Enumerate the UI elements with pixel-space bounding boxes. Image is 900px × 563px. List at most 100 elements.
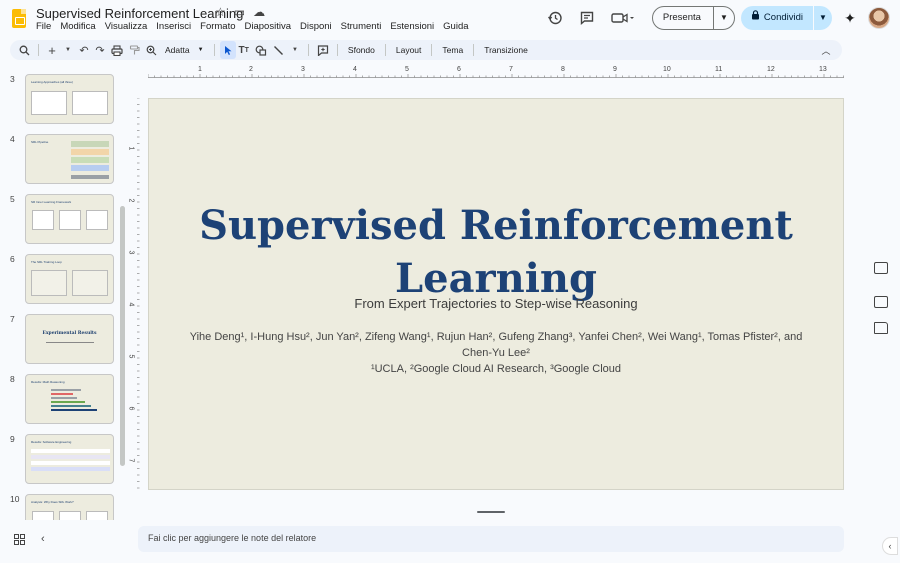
- ruler-number: 4: [353, 66, 357, 73]
- menu-format[interactable]: Formato: [200, 21, 244, 32]
- collapse-filmstrip-chevron-left-icon[interactable]: ‹: [41, 534, 45, 548]
- slide-thumbnail[interactable]: Analysis: Why Does SRL Work?: [25, 494, 114, 520]
- line-chevron-down-icon[interactable]: ▼: [287, 41, 303, 59]
- background-button[interactable]: Sfondo: [343, 41, 380, 59]
- zoom-select[interactable]: Adatta ▼: [160, 41, 209, 59]
- thumbnail-block: [31, 467, 110, 471]
- slide-thumbnail-title: Analysis: Why Does SRL Work?: [31, 500, 74, 504]
- zoom-icon[interactable]: [143, 41, 160, 59]
- slide-thumbnail[interactable]: Results: Software Engineering: [25, 434, 114, 484]
- speaker-notes-field[interactable]: Fai clic per aggiungere le note del rela…: [138, 526, 844, 552]
- menu-view[interactable]: Visualizza: [105, 21, 157, 32]
- menu-bar: File Modifica Visualizza Inserisci Forma…: [36, 21, 478, 32]
- thumbnail-block: [51, 401, 85, 403]
- slides-logo-icon[interactable]: [12, 9, 26, 28]
- thumbnail-block: [59, 511, 81, 520]
- theme-button[interactable]: Tema: [437, 41, 468, 59]
- slide-thumbnail[interactable]: SRL Pipeline: [25, 134, 114, 184]
- filmstrip-slide[interactable]: 7 Experimental Results: [0, 314, 128, 370]
- menu-insert[interactable]: Inserisci: [156, 21, 200, 32]
- add-comment-icon[interactable]: [314, 41, 332, 59]
- expand-side-panel-chevron-left-icon[interactable]: ‹: [882, 537, 898, 555]
- menu-help[interactable]: Guida: [443, 21, 477, 32]
- paint-format-icon[interactable]: [126, 41, 143, 59]
- version-history-icon[interactable]: [542, 6, 568, 30]
- slide-number: 3: [10, 74, 15, 84]
- slide-thumbnail[interactable]: SR Inner Learning Framework: [25, 194, 114, 244]
- slide-thumbnail[interactable]: Learning Approaches (all three): [25, 74, 114, 124]
- comments-icon[interactable]: [574, 6, 600, 30]
- menu-slide[interactable]: Diapositiva: [245, 21, 300, 32]
- toolbar-divider: [431, 44, 433, 56]
- slide-authors[interactable]: Yihe Deng¹, I-Hung Hsu², Jun Yan², Zifen…: [189, 329, 803, 361]
- folder-icon[interactable]: [874, 322, 888, 334]
- image-icon[interactable]: [874, 262, 888, 274]
- cloud-saved-icon[interactable]: ☁: [253, 5, 265, 19]
- thumbnail-block: [31, 91, 67, 115]
- keep-notes-icon[interactable]: [874, 296, 888, 308]
- filmstrip-slide[interactable]: 3 Learning Approaches (all three): [0, 74, 128, 130]
- thumbnail-block: [31, 449, 110, 453]
- menu-extensions[interactable]: Estensioni: [390, 21, 443, 32]
- redo-icon[interactable]: ↷: [92, 41, 108, 59]
- slide-title[interactable]: Supervised Reinforcement Learning: [169, 199, 823, 305]
- thumbnail-block: [71, 141, 109, 147]
- menu-file[interactable]: File: [36, 21, 60, 32]
- ruler-number: 3: [301, 66, 305, 73]
- share-button[interactable]: Condividi: [741, 6, 814, 30]
- star-icon[interactable]: ☆: [215, 5, 226, 19]
- slide-thumbnail[interactable]: Experimental Results: [25, 314, 114, 364]
- select-cursor-icon[interactable]: [219, 41, 236, 59]
- filmstrip-slide[interactable]: 6 The SRL Training Loop: [0, 254, 128, 310]
- slide-thumbnail[interactable]: Results: Math Reasoning: [25, 374, 114, 424]
- notes-resize-handle[interactable]: [477, 511, 505, 513]
- layout-button[interactable]: Layout: [391, 41, 427, 59]
- vertical-ruler[interactable]: 1 2 3 4 5 6 7: [127, 98, 140, 490]
- move-folder-icon[interactable]: ▭: [234, 5, 245, 19]
- thumbnail-block: [72, 91, 108, 115]
- ruler-number: 1: [127, 146, 135, 151]
- present-button[interactable]: Presenta: [653, 7, 714, 29]
- slide-number: 6: [10, 254, 15, 264]
- filmstrip-slide[interactable]: 9 Results: Software Engineering: [0, 434, 128, 490]
- grid-view-icon[interactable]: [14, 534, 25, 548]
- ruler-number: 10: [663, 66, 671, 73]
- avatar[interactable]: [868, 7, 890, 29]
- slide-filmstrip[interactable]: 3 Learning Approaches (all three) 4 SRL …: [0, 66, 128, 520]
- horizontal-ruler[interactable]: 1 2 3 4 5 6 7 8 9 10 11 12 13: [148, 66, 844, 78]
- slide-thumbnail[interactable]: The SRL Training Loop: [25, 254, 114, 304]
- slide-affiliations[interactable]: ¹UCLA, ²Google Cloud AI Research, ³Googl…: [149, 363, 843, 375]
- filmstrip-slide[interactable]: 8 Results: Math Reasoning: [0, 374, 128, 430]
- title-actions: ☆ ▭ ☁: [215, 5, 265, 19]
- filmstrip-slide[interactable]: 10 Analysis: Why Does SRL Work?: [0, 494, 128, 520]
- undo-icon[interactable]: ↶: [76, 41, 92, 59]
- menu-arrange[interactable]: Disponi: [300, 21, 341, 32]
- line-icon[interactable]: [270, 41, 287, 59]
- document-title[interactable]: Supervised Reinforcement Learning: [36, 6, 243, 21]
- thumbnail-block: [31, 461, 110, 465]
- slide-canvas[interactable]: Supervised Reinforcement Learning From E…: [148, 98, 844, 490]
- share-options-chevron-down-icon[interactable]: ▼: [814, 6, 832, 30]
- print-icon[interactable]: [108, 41, 126, 59]
- collapse-toolbar-chevron-up-icon[interactable]: ︿: [818, 41, 834, 59]
- thumbnail-block: [51, 397, 77, 399]
- text-box-icon[interactable]: TT: [236, 41, 252, 59]
- new-slide-chevron-down-icon[interactable]: ▼: [60, 41, 76, 59]
- search-menus-icon[interactable]: [16, 41, 33, 59]
- slide-thumbnail-title: Experimental Results: [42, 331, 97, 336]
- new-slide-plus-icon[interactable]: +: [44, 41, 60, 59]
- filmstrip-slide[interactable]: 5 SR Inner Learning Framework: [0, 194, 128, 250]
- thumbnail-block: [86, 210, 108, 230]
- meet-video-icon[interactable]: [606, 6, 640, 30]
- gemini-sparkle-icon[interactable]: ✦: [838, 10, 862, 27]
- thumbnail-block: [51, 393, 73, 395]
- filmstrip-slide[interactable]: 4 SRL Pipeline: [0, 134, 128, 190]
- slide-subtitle[interactable]: From Expert Trajectories to Step-wise Re…: [149, 296, 843, 311]
- menu-tools[interactable]: Strumenti: [341, 21, 391, 32]
- present-options-chevron-down-icon[interactable]: ▼: [714, 7, 734, 29]
- slides-app: Supervised Reinforcement Learning ☆ ▭ ☁ …: [0, 0, 900, 563]
- shape-icon[interactable]: [252, 41, 270, 59]
- transition-button[interactable]: Transizione: [479, 41, 533, 59]
- filmstrip-scrollbar[interactable]: [120, 206, 125, 466]
- menu-edit[interactable]: Modifica: [60, 21, 104, 32]
